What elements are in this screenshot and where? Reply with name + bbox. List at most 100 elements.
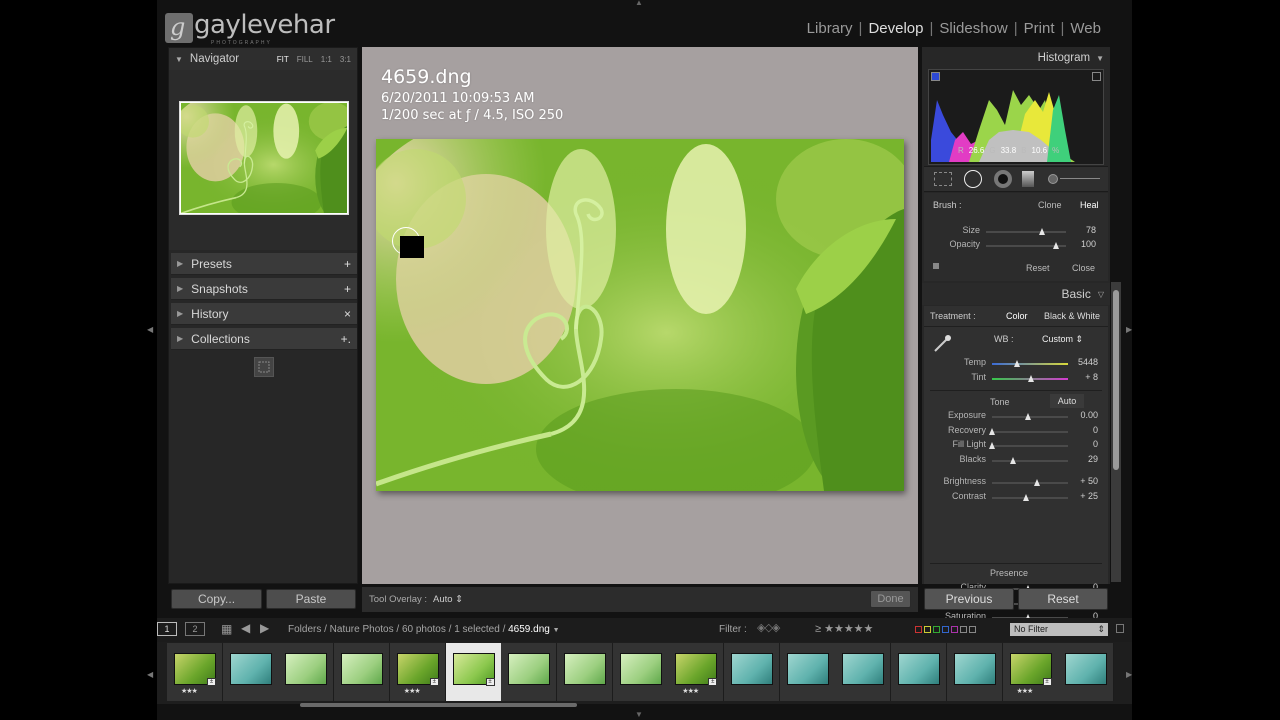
grid-view-icon[interactable]: ▦ [221,622,232,636]
red-eye-icon[interactable] [994,170,1012,188]
window-2-button[interactable]: 2 [185,622,205,636]
scrollbar-thumb[interactable] [1113,290,1119,470]
filmstrip-thumbnail[interactable] [946,643,1003,701]
filmstrip-thumbnail[interactable] [835,643,892,701]
auto-tone-button[interactable]: Auto [1050,394,1084,408]
shadow-clipping-icon[interactable] [931,72,940,81]
contrast-slider[interactable] [992,496,1068,499]
filmstrip-right-arrow-icon[interactable]: ▶ [1126,670,1132,679]
exposure-value[interactable]: 0.00 [1072,410,1098,420]
highlight-clipping-icon[interactable] [1092,72,1101,81]
opacity-slider-thumb[interactable] [1053,242,1059,249]
filmstrip-thumbnail[interactable]: ± [445,643,502,701]
filmstrip-scrollbar-thumb[interactable] [300,703,577,707]
clear-history-button[interactable]: × [344,307,351,321]
brightness-slider-thumb[interactable] [1034,479,1041,486]
basic-header[interactable]: Basic ▽ [922,283,1110,305]
recovery-slider[interactable] [992,430,1068,433]
zoom-3-1[interactable]: 3:1 [340,55,351,64]
fill-light-slider[interactable] [992,445,1068,448]
snapshots-section[interactable]: ▶ Snapshots + [171,278,357,300]
module-print[interactable]: Print [1018,20,1061,37]
back-arrow-icon[interactable]: ◀ [241,621,250,635]
module-library[interactable]: Library [801,20,859,37]
add-preset-button[interactable]: + [344,257,351,271]
histogram-header[interactable]: Histogram ▼ [922,47,1110,69]
treatment-bw[interactable]: Black & White [1044,311,1100,321]
navigator-thumbnail[interactable] [179,101,349,215]
brightness-value[interactable]: + 50 [1072,476,1098,486]
bottom-panel-arrow-icon[interactable]: ▼ [635,710,643,719]
top-panel-arrow-icon[interactable]: ▲ [635,0,643,7]
eyedropper-icon[interactable] [932,334,952,354]
right-panel-arrow-icon[interactable]: ▶ [1126,325,1132,334]
brightness-slider[interactable] [992,482,1068,484]
treatment-color[interactable]: Color [1006,311,1028,321]
flag-filter-icons[interactable]: ◈◇◈ [757,621,780,634]
previous-button[interactable]: Previous [924,588,1014,610]
tool-overlay-select[interactable]: Auto ⇕ [433,594,463,605]
contrast-value[interactable]: + 25 [1072,491,1098,501]
spot-close-button[interactable]: Close [1072,263,1095,273]
filmstrip-thumbnail[interactable] [334,643,391,701]
heal-mode[interactable]: Heal [1080,200,1099,210]
blacks-slider[interactable] [992,460,1068,463]
filmstrip-thumbnail[interactable]: ± ★★★ [167,643,223,701]
filmstrip-thumbnail[interactable] [779,643,836,701]
crop-icon[interactable] [934,172,952,186]
opacity-value[interactable]: 100 [1074,239,1096,249]
module-web[interactable]: Web [1064,20,1107,37]
zoom-1-1[interactable]: 1:1 [321,55,332,64]
size-value[interactable]: 78 [1074,225,1096,235]
module-slideshow[interactable]: Slideshow [933,20,1013,37]
wb-select[interactable]: Custom ⇕ [1042,334,1083,345]
window-1-button[interactable]: 1 [157,622,177,636]
filmstrip-thumbnail[interactable]: ± ★★★ [1002,643,1059,701]
spot-removal-icon[interactable] [964,170,982,188]
reset-button[interactable]: Reset [1018,588,1108,610]
folder-breadcrumb[interactable]: Folders / Nature Photos / 60 photos / 1 … [288,624,560,635]
filmstrip-thumbnail[interactable] [222,643,279,701]
tool-overlay-toggle-icon[interactable] [933,263,939,269]
filmstrip-thumbnail[interactable] [501,643,558,701]
recovery-slider-thumb[interactable] [988,427,995,435]
navigator-viewport-box[interactable] [180,102,348,214]
copy-button[interactable]: Copy... [171,589,262,609]
fill-light-slider-thumb[interactable] [988,442,995,450]
temp-slider-thumb[interactable] [1014,360,1020,367]
recovery-value[interactable]: 0 [1072,425,1098,435]
main-photo[interactable] [376,139,904,491]
filmstrip-thumbnail[interactable] [556,643,613,701]
spot-reset-button[interactable]: Reset [1026,263,1050,273]
module-develop[interactable]: Develop [862,20,929,37]
filmstrip-thumbnail[interactable] [724,643,780,701]
size-slider-thumb[interactable] [1039,228,1045,235]
filmstrip-thumbnail[interactable]: ± ★★★ [389,643,446,701]
add-snapshot-button[interactable]: + [344,282,351,296]
add-collection-button[interactable]: +. [341,332,351,346]
adjustment-brush-icon[interactable] [1048,174,1058,184]
filmstrip-thumbnail[interactable] [1058,643,1115,701]
filter-preset-select[interactable]: No Filter ⇕ [1010,623,1108,636]
color-label-filter[interactable] [915,625,978,636]
blacks-value[interactable]: 29 [1072,454,1098,464]
rating-filter[interactable]: ≥ ★★★★★ [815,622,873,635]
filmstrip-thumbnail[interactable] [278,643,335,701]
tint-value[interactable]: + 8 [1074,372,1098,382]
filmstrip-thumbnail[interactable] [891,643,948,701]
right-panel-scrollbar[interactable] [1111,282,1121,582]
zoom-fit[interactable]: FIT [277,55,289,64]
temp-value[interactable]: 5448 [1074,357,1098,367]
left-panel-arrow-icon[interactable]: ◀ [147,325,153,334]
blacks-slider-thumb[interactable] [1009,457,1016,465]
exposure-slider-thumb[interactable] [1025,413,1031,420]
contrast-slider-thumb[interactable] [1022,493,1029,501]
filmstrip-thumbnail[interactable] [612,643,669,701]
fill-light-value[interactable]: 0 [1072,439,1098,449]
presets-section[interactable]: ▶ Presets + [171,253,357,275]
collections-section[interactable]: ▶ Collections +. [171,328,357,350]
paste-button[interactable]: Paste [266,589,356,609]
filmstrip-thumbnail[interactable]: ± ★★★ [668,643,725,701]
history-section[interactable]: ▶ History × [171,303,357,325]
filmstrip-left-arrow-icon[interactable]: ◀ [147,670,153,679]
